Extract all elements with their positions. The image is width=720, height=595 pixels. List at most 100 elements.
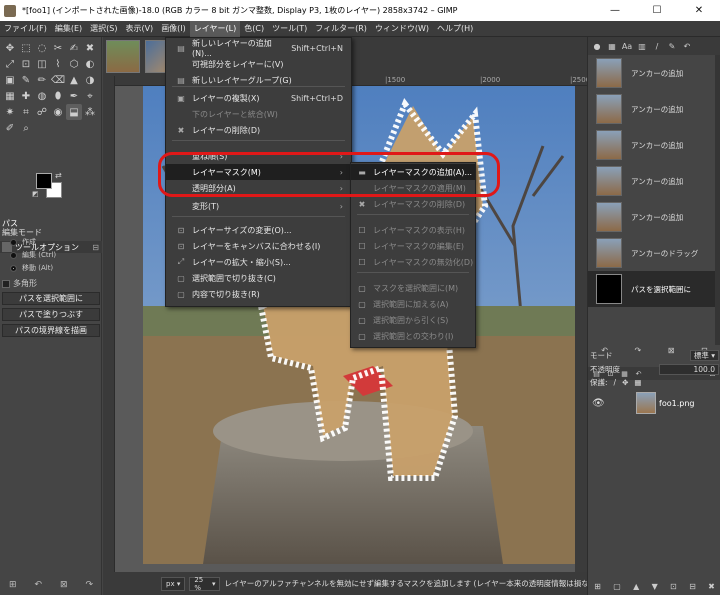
layer-name[interactable]: foo1.png <box>659 399 694 408</box>
lock-pixels-icon[interactable]: / <box>614 378 617 387</box>
visibility-eye-icon[interactable]: 👁 <box>592 398 606 409</box>
tool-icon[interactable]: ▣ <box>2 72 18 88</box>
brushes-tab-icon[interactable]: ● <box>591 40 603 52</box>
tool-icon[interactable]: ◐ <box>82 56 98 72</box>
layer-menu-item[interactable]: ▣ レイヤーの複製(X) Shift+Ctrl+D <box>166 90 351 106</box>
lock-alpha-icon[interactable]: ▦ <box>634 378 641 387</box>
unit-selector[interactable]: px ▾ <box>161 576 186 591</box>
tool-icon[interactable]: ◍ <box>34 88 50 104</box>
history-item[interactable]: アンカーの追加 <box>588 199 716 235</box>
layer-menu-item[interactable]: ✖ レイヤーの削除(D) <box>166 122 351 138</box>
layer-menu-item[interactable]: 変形(T) › <box>166 198 351 214</box>
selection-from-path-button[interactable]: パスを選択範囲に <box>2 292 100 305</box>
reset-colors-icon[interactable]: ◩ <box>32 190 39 198</box>
tool-icon[interactable]: ▲ <box>66 72 82 88</box>
brush-tab-icon[interactable]: ✎ <box>666 40 678 52</box>
new-layer-icon[interactable]: ⊞ <box>594 582 601 591</box>
tool-icon[interactable]: ✖ <box>82 40 98 56</box>
gradients-tab-icon[interactable]: ▥ <box>636 40 648 52</box>
tool-icon[interactable]: ⁂ <box>82 104 98 120</box>
history-scrollbar[interactable] <box>715 55 720 345</box>
tool-icon[interactable]: ◌ <box>34 40 50 56</box>
layer-menu-item[interactable]: ▤ 新しいレイヤーの追加(N)... Shift+Ctrl+N <box>166 39 351 58</box>
save-options-icon[interactable]: ⊞ <box>9 580 17 590</box>
layer-row[interactable]: 👁 foo1.png <box>588 389 720 417</box>
stroke-path-button[interactable]: パスの境界線を描画 <box>2 324 100 337</box>
tool-icon[interactable]: ◉ <box>50 104 66 120</box>
swap-colors-icon[interactable]: ⇄ <box>55 171 62 180</box>
layer-menu-item[interactable]: ⤢ レイヤーの拡大・縮小(S)... <box>166 254 351 270</box>
tool-icon[interactable]: ⊡ <box>18 56 34 72</box>
restore-options-icon[interactable]: ↶ <box>34 580 42 590</box>
tool-icon[interactable]: ✚ <box>18 88 34 104</box>
polygonal-checkbox[interactable]: 多角形 <box>2 278 37 289</box>
lock-position-icon[interactable]: ✥ <box>622 378 628 387</box>
tool-icon[interactable]: ⬡ <box>66 56 82 72</box>
history-item[interactable]: アンカーの追加 <box>588 163 716 199</box>
history-item[interactable]: パスを選択範囲に <box>588 271 716 307</box>
fill-path-button[interactable]: パスで塗りつぶす <box>2 308 100 321</box>
tool-icon[interactable]: ✂ <box>50 40 66 56</box>
undo-history-tab-icon[interactable]: ↶ <box>681 40 693 52</box>
menu-colors[interactable]: 色(C) <box>240 21 268 37</box>
patterns-tab-icon[interactable]: ▦ <box>606 40 618 52</box>
blend-mode-select[interactable]: 標準 ▾ <box>689 349 719 361</box>
close-button[interactable]: ✕ <box>678 0 720 21</box>
mode-design-radio[interactable]: 作成 <box>10 237 36 247</box>
menu-help[interactable]: ヘルプ(H) <box>433 21 477 37</box>
foreground-color-swatch[interactable] <box>36 173 52 189</box>
tab-config-icon[interactable]: ⊟ <box>92 243 99 252</box>
tool-icon[interactable]: ⬓ <box>66 104 82 120</box>
delete-options-icon[interactable]: ⊠ <box>60 580 68 590</box>
image-tab-thumbnail[interactable] <box>106 40 140 73</box>
tool-icon[interactable]: ▦ <box>2 88 18 104</box>
tool-icon[interactable]: ⬮ <box>50 88 66 104</box>
layer-menu-item[interactable]: ⊡ レイヤーサイズの変更(O)... <box>166 222 351 238</box>
layer-menu-item[interactable]: ▤ 新しいレイヤーグループ(G) <box>166 72 351 88</box>
tool-icon[interactable]: ✍ <box>66 40 82 56</box>
maximize-button[interactable]: ☐ <box>636 0 678 21</box>
raise-layer-icon[interactable]: ▲ <box>633 582 639 591</box>
paint-dynamics-tab-icon[interactable]: / <box>651 40 663 52</box>
menu-layer[interactable]: レイヤー(L) <box>189 20 241 37</box>
tool-icon[interactable]: ⌕ <box>18 120 34 136</box>
vertical-scrollbar[interactable] <box>575 86 587 572</box>
zoom-selector[interactable]: 25 % ▾ <box>189 576 221 592</box>
delete-layer-icon[interactable]: ✖ <box>708 582 715 591</box>
menu-windows[interactable]: ウィンドウ(W) <box>371 21 433 37</box>
tool-icon[interactable]: ✒ <box>66 88 82 104</box>
layer-menu-item[interactable]: ▢ 選択範囲で切り抜き(C) <box>166 270 351 286</box>
tool-icon[interactable]: ⌖ <box>82 88 98 104</box>
mode-move-radio[interactable]: 移動 (Alt) <box>10 263 53 273</box>
history-item[interactable]: アンカーの追加 <box>588 127 716 163</box>
layer-menu-item[interactable]: ⊡ レイヤーをキャンバスに合わせる(I) <box>166 238 351 254</box>
minimize-button[interactable]: — <box>594 0 636 21</box>
tool-icon[interactable]: ◫ <box>34 56 50 72</box>
menu-filters[interactable]: フィルター(R) <box>311 21 371 37</box>
tool-icon[interactable]: ◑ <box>82 72 98 88</box>
mode-edit-radio[interactable]: 編集 (Ctrl) <box>10 250 56 260</box>
lower-layer-icon[interactable]: ▼ <box>652 582 658 591</box>
tool-icon[interactable]: ✐ <box>2 120 18 136</box>
menu-image[interactable]: 画像(I) <box>157 21 190 37</box>
fonts-tab-icon[interactable]: Aa <box>621 40 633 52</box>
tool-icon[interactable]: ⌗ <box>18 104 34 120</box>
history-item[interactable]: アンカーのドラッグ <box>588 235 716 271</box>
tool-icon[interactable]: ⌫ <box>50 72 66 88</box>
layer-menu-item[interactable]: ▢ 内容で切り抜き(R) <box>166 286 351 302</box>
anchor-layer-icon[interactable]: ⊟ <box>689 582 696 591</box>
history-item[interactable]: アンカーの追加 <box>588 55 716 91</box>
reset-options-icon[interactable]: ↷ <box>85 580 93 590</box>
opacity-input[interactable]: 100.0 <box>659 363 719 375</box>
duplicate-layer-icon[interactable]: ⊡ <box>670 582 677 591</box>
layer-menu-item[interactable]: 可視部分をレイヤーに(V) <box>166 56 351 72</box>
tool-icon[interactable]: ⤢ <box>2 56 18 72</box>
menu-view[interactable]: 表示(V) <box>121 21 157 37</box>
tool-icon[interactable]: ✎ <box>18 72 34 88</box>
tool-icon[interactable]: ✷ <box>2 104 18 120</box>
new-group-icon[interactable]: ▢ <box>613 582 621 591</box>
menu-edit[interactable]: 編集(E) <box>51 21 86 37</box>
tool-icon[interactable]: ⬚ <box>18 40 34 56</box>
tool-icon[interactable]: ✥ <box>2 40 18 56</box>
tool-icon[interactable]: ☍ <box>34 104 50 120</box>
